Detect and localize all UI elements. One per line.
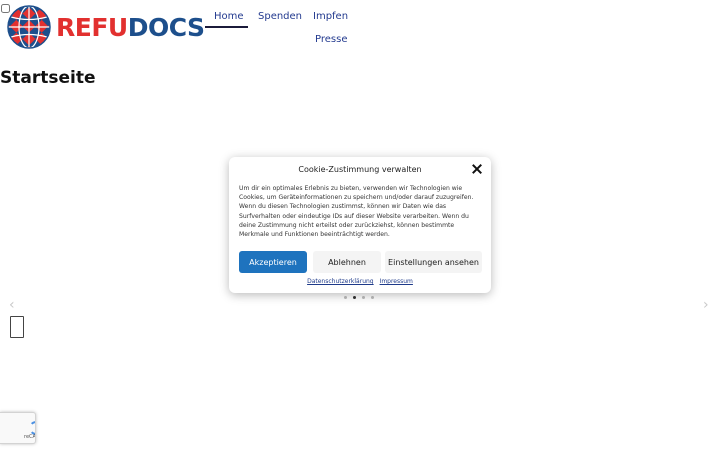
logo-globe-icon — [7, 5, 51, 49]
slider-dot[interactable] — [362, 296, 365, 299]
nav-item-presse[interactable]: Presse — [315, 34, 347, 45]
imprint-link[interactable]: Impressum — [380, 278, 413, 285]
chevron-right-icon[interactable]: › — [703, 297, 709, 313]
nav-item-spenden[interactable]: Spenden — [258, 11, 302, 22]
nav-item-home[interactable]: Home — [214, 11, 244, 22]
view-settings-button[interactable]: Einstellungen ansehen — [385, 251, 482, 273]
logo-text-docs: DOCS — [127, 12, 205, 42]
nav-item-impfen[interactable]: Impfen — [313, 11, 348, 22]
accept-button[interactable]: Akzeptieren — [239, 251, 307, 273]
recaptcha-badge[interactable]: reCA — [0, 412, 36, 444]
slider-dot[interactable] — [344, 296, 347, 299]
slider-dot[interactable] — [371, 296, 374, 299]
slider-pagination — [344, 296, 374, 299]
cookie-consent-dialog: Cookie-Zustimmung verwalten Um dir ein o… — [229, 157, 491, 293]
logo-text-refu: REFU — [56, 12, 128, 42]
recaptcha-icon — [29, 421, 35, 435]
slider-dot-active[interactable] — [353, 296, 356, 299]
dialog-body-text: Um dir ein optimales Erlebnis zu bieten,… — [239, 185, 474, 239]
missing-glyph-icon — [10, 316, 24, 338]
nav-active-underline — [205, 26, 248, 28]
chevron-left-icon[interactable]: ‹ — [9, 297, 15, 313]
logo-wordmark: REFUDOCS — [56, 15, 205, 40]
deny-button[interactable]: Ablehnen — [313, 251, 381, 273]
dialog-links: Datenschutzerklärung Impressum — [229, 278, 491, 285]
site-logo[interactable]: REFUDOCS — [7, 5, 205, 49]
privacy-policy-link[interactable]: Datenschutzerklärung — [307, 278, 374, 285]
recaptcha-label: reCA — [24, 434, 36, 440]
dialog-title: Cookie-Zustimmung verwalten — [298, 165, 422, 174]
close-icon[interactable] — [472, 164, 482, 174]
page-title: Startseite — [0, 68, 96, 88]
